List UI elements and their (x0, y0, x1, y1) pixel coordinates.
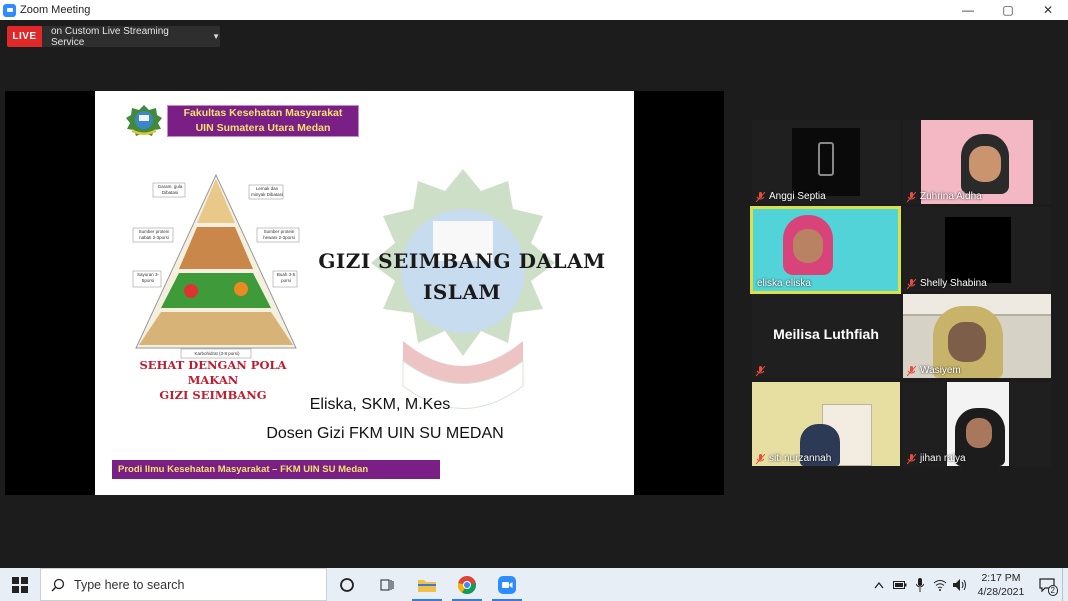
chevron-down-icon: ▼ (212, 32, 220, 41)
taskbar-clock[interactable]: 2:17 PM 4/28/2021 (970, 571, 1032, 599)
shared-screen: Fakultas Kesehatan Masyarakat UIN Sumate… (5, 91, 724, 495)
live-service-label: on Custom Live Streaming Service (51, 25, 169, 48)
uin-logo-icon (126, 105, 162, 136)
participant-tile[interactable]: Zuhrina Aidha (903, 120, 1051, 204)
start-button[interactable] (0, 568, 40, 601)
participant-tile[interactable]: Wasiyem (903, 294, 1051, 378)
window-title: Zoom Meeting (20, 4, 91, 16)
slide-title-line-2: ISLAM (422, 280, 502, 304)
presentation-slide: Fakultas Kesehatan Masyarakat UIN Sumate… (95, 91, 634, 495)
participant-tile[interactable]: Shelly Shabina (903, 207, 1051, 291)
zoom-icon (498, 575, 516, 594)
mic-muted-icon (907, 191, 916, 202)
wifi-button[interactable] (930, 568, 950, 601)
volume-button[interactable] (950, 568, 970, 601)
cortana-button[interactable] (327, 568, 367, 601)
show-hidden-icons-button[interactable] (868, 568, 890, 601)
presenter-name: Eliska, SKM, M.Kes (309, 396, 451, 413)
microphone-icon (916, 577, 924, 592)
mic-muted-icon (756, 453, 765, 464)
window-controls: — ▢ ✕ (948, 0, 1068, 20)
chrome-button[interactable] (447, 568, 487, 601)
video-feed (945, 217, 1011, 283)
zoom-app-icon (3, 3, 16, 17)
mic-muted-icon (907, 453, 916, 464)
program-banner: Prodi Ilmu Kesehatan Masyarakat – FKM UI… (112, 460, 440, 479)
clock-time: 2:17 PM (981, 571, 1021, 584)
pyramid-label-fruit: Buah 3-5 porsi (276, 272, 296, 283)
pyramid-label-vegetables: Sayuran 3-5porsi (136, 272, 159, 283)
pyramid-label-fat-oil: Lemak dan minyak Dibatasi (251, 186, 283, 197)
slogan-line-2: GIZI SEIMBANG (159, 388, 267, 402)
system-tray: 2:17 PM 4/28/2021 2 (868, 568, 1068, 601)
pyramid-label-plant-protein: Sumber protein nabati 2-3porsi (138, 229, 170, 240)
participant-tile-active-speaker[interactable]: eliska eliska (750, 206, 901, 294)
maximize-button[interactable]: ▢ (988, 0, 1028, 20)
participant-tile[interactable]: siti nurzannah (752, 382, 900, 466)
participant-tile[interactable]: jihan ralya (903, 382, 1051, 466)
slogan-line-1: SEHAT DENGAN POLA MAKAN (139, 358, 287, 387)
mic-muted-icon (907, 278, 916, 289)
presenter-position: Dosen Gizi FKM UIN SU MEDAN (266, 425, 504, 442)
file-explorer-button[interactable] (407, 568, 447, 601)
cortana-circle-icon (340, 577, 354, 592)
task-view-icon (380, 579, 394, 590)
clock-date: 4/28/2021 (977, 585, 1025, 598)
participant-tile[interactable]: Anggi Septia (752, 120, 900, 204)
slogan-text: SEHAT DENGAN POLA MAKAN GIZI SEIMBANG (133, 358, 293, 403)
participant-name: Shelly Shabina (920, 278, 987, 289)
participant-name: Anggi Septia (769, 191, 826, 202)
microphone-button[interactable] (910, 568, 930, 601)
zoom-taskbar-button[interactable] (487, 568, 527, 601)
action-center-button[interactable]: 2 (1032, 568, 1062, 601)
participant-name: Wasiyem (920, 365, 961, 376)
slide-title: GIZI SEIMBANG DALAM ISLAM (303, 246, 621, 308)
windows-logo-icon (12, 576, 28, 593)
pyramid-label-carbohydrate: Karbohidrat (3-8 porsi) (194, 351, 240, 356)
faculty-banner: Fakultas Kesehatan Masyarakat UIN Sumate… (167, 105, 359, 137)
slide-title-line-1: GIZI SEIMBANG DALAM (318, 249, 606, 273)
pendant-image (818, 142, 834, 176)
participant-name: Zuhrina Aidha (920, 191, 982, 202)
mic-muted-icon (756, 366, 765, 376)
taskbar-search-box[interactable]: Type here to search (40, 568, 327, 601)
battery-icon (893, 580, 907, 589)
participant-name: siti nurzannah (769, 453, 832, 464)
university-name: UIN Sumatera Utara Medan (195, 122, 331, 134)
notification-count-badge: 2 (1047, 585, 1058, 596)
chevron-up-icon (874, 581, 884, 588)
live-stream-dropdown[interactable]: on Custom Live Streaming Service ▼ (42, 25, 220, 48)
show-desktop-button[interactable] (1062, 568, 1068, 601)
task-view-button[interactable] (367, 568, 407, 601)
food-pyramid-diagram (132, 173, 300, 359)
search-icon (51, 578, 65, 592)
participant-name-placeholder: Meilisa Luthfiah (773, 326, 879, 342)
faculty-name: Fakultas Kesehatan Masyarakat (183, 107, 343, 119)
battery-button[interactable] (890, 568, 910, 601)
live-badge: LIVE (7, 26, 42, 47)
mic-muted-icon (756, 191, 765, 202)
program-name: Prodi Ilmu Kesehatan Masyarakat – FKM UI… (118, 464, 369, 475)
minimize-button[interactable]: — (948, 0, 988, 20)
pyramid-label-sugar-salt: Garam, gula Dibatasi (157, 184, 183, 195)
participant-name: jihan ralya (920, 453, 966, 464)
pyramid-label-animal-protein: Sumber protein hewani 2-3porsi (263, 229, 295, 240)
speaker-icon (953, 578, 966, 591)
windows-taskbar: Type here to search 2:17 PM 4/28/2021 2 (0, 568, 1068, 601)
participant-tile[interactable]: Meilisa Luthfiah (752, 294, 900, 378)
wifi-icon (933, 579, 947, 591)
mic-muted-icon (907, 365, 916, 376)
folder-icon (418, 579, 436, 592)
close-button[interactable]: ✕ (1028, 0, 1068, 20)
participant-name: eliska eliska (757, 278, 811, 289)
chrome-icon (457, 575, 477, 594)
search-placeholder: Type here to search (74, 577, 185, 592)
window-titlebar: Zoom Meeting — ▢ ✕ (0, 0, 1068, 20)
meeting-area: LIVE on Custom Live Streaming Service ▼ (0, 20, 1068, 568)
